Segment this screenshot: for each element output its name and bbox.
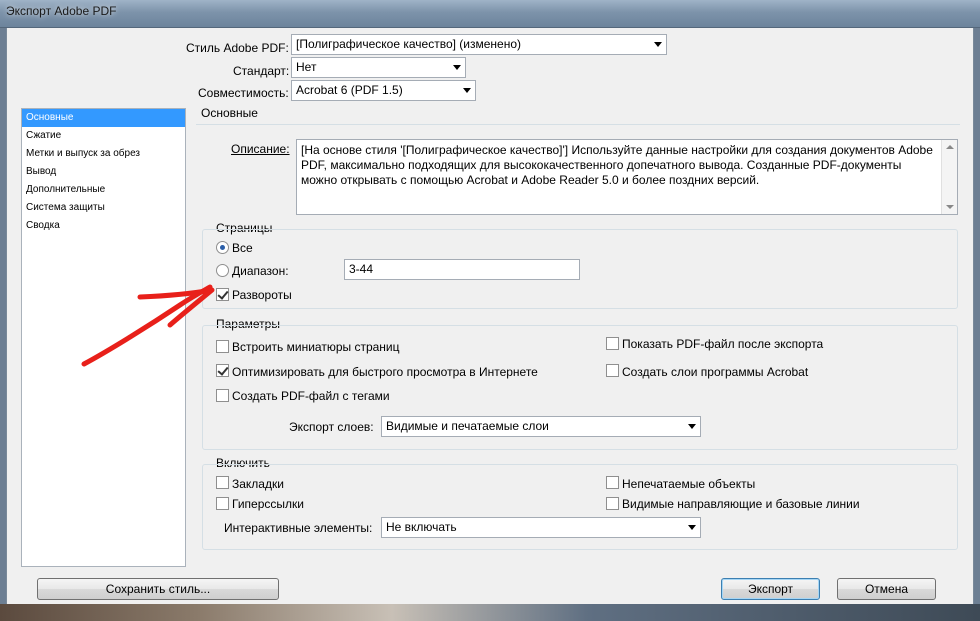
hyperlinks-label: Гиперссылки: [232, 497, 304, 511]
bookmarks-label: Закладки: [232, 477, 284, 491]
spreads-checkbox[interactable]: [216, 288, 229, 301]
interactive-value: Не включать: [386, 520, 457, 534]
description-box[interactable]: [На основе стиля '[Полиграфическое качес…: [296, 139, 958, 215]
sidebar-item-output[interactable]: Вывод: [22, 163, 185, 181]
chevron-down-icon: [453, 65, 461, 70]
pages-range-radio[interactable]: [216, 264, 229, 277]
sidebar-item-general[interactable]: Основные: [22, 109, 185, 127]
pages-range-value: 3-44: [349, 262, 374, 276]
description-label: Описание:: [231, 142, 290, 156]
chevron-down-icon: [688, 424, 696, 429]
sidebar-item-advanced[interactable]: Дополнительные: [22, 181, 185, 199]
window-title: Экспорт Adobe PDF: [6, 4, 117, 18]
desktop-background: [0, 604, 980, 621]
style-select-value: [Полиграфическое качество] (изменено): [296, 37, 522, 51]
sidebar-item-marks-bleeds[interactable]: Метки и выпуск за обрез: [22, 145, 185, 163]
standard-select[interactable]: Нет: [291, 57, 466, 78]
save-style-button[interactable]: Сохранить стиль...: [37, 578, 279, 600]
interactive-select[interactable]: Не включать: [381, 517, 701, 538]
standard-select-value: Нет: [296, 60, 317, 74]
guides-label: Видимые направляющие и базовые линии: [622, 497, 860, 511]
sidebar-item-compression[interactable]: Сжатие: [22, 127, 185, 145]
guides-checkbox[interactable]: [606, 497, 619, 510]
spreads-label: Развороты: [232, 288, 292, 302]
bookmarks-checkbox[interactable]: [216, 476, 229, 489]
scroll-up-icon[interactable]: [946, 145, 954, 149]
scroll-down-icon[interactable]: [946, 205, 954, 209]
show-after-export-checkbox[interactable]: [606, 337, 619, 350]
chevron-down-icon: [463, 88, 471, 93]
optimize-web-checkbox[interactable]: [216, 364, 229, 377]
compat-select[interactable]: Acrobat 6 (PDF 1.5): [291, 80, 476, 101]
export-layers-select[interactable]: Видимые и печатаемые слои: [381, 416, 701, 437]
standard-label: Стандарт:: [233, 64, 290, 78]
title-bar: Экспорт Adobe PDF: [0, 0, 980, 28]
nonprinting-checkbox[interactable]: [606, 476, 619, 489]
embed-thumbs-checkbox[interactable]: [216, 340, 229, 353]
description-text: [На основе стиля '[Полиграфическое качес…: [301, 143, 933, 187]
export-layers-label: Экспорт слоев:: [289, 420, 374, 434]
export-button[interactable]: Экспорт: [721, 578, 820, 600]
show-after-export-label: Показать PDF-файл после экспорта: [622, 337, 824, 351]
compat-select-value: Acrobat 6 (PDF 1.5): [296, 83, 403, 97]
cancel-button[interactable]: Отмена: [837, 578, 936, 600]
style-label: Стиль Adobe PDF:: [186, 41, 289, 55]
section-title: Основные: [201, 106, 258, 120]
pages-group: [202, 229, 958, 309]
pages-range-input[interactable]: 3-44: [344, 259, 580, 280]
hyperlinks-checkbox[interactable]: [216, 497, 229, 510]
tagged-pdf-label: Создать PDF-файл с тегами: [232, 389, 390, 403]
export-layers-value: Видимые и печатаемые слои: [386, 419, 549, 433]
chevron-down-icon: [654, 42, 662, 47]
category-list: Основные Сжатие Метки и выпуск за обрез …: [21, 108, 186, 567]
style-select[interactable]: [Полиграфическое качество] (изменено): [291, 34, 667, 55]
nonprinting-label: Непечатаемые объекты: [622, 477, 756, 491]
sidebar-item-security[interactable]: Система защиты: [22, 199, 185, 217]
pages-range-label: Диапазон:: [232, 264, 289, 278]
tagged-pdf-checkbox[interactable]: [216, 389, 229, 402]
section-divider: [196, 124, 960, 125]
acrobat-layers-checkbox[interactable]: [606, 364, 619, 377]
acrobat-layers-label: Создать слои программы Acrobat: [622, 365, 809, 379]
embed-thumbs-label: Встроить миниатюры страниц: [232, 340, 400, 354]
description-scrollbar[interactable]: [941, 140, 957, 214]
sidebar-item-summary[interactable]: Сводка: [22, 217, 185, 235]
pages-all-radio[interactable]: [216, 241, 229, 254]
chevron-down-icon: [688, 525, 696, 530]
interactive-label: Интерактивные элементы:: [224, 521, 373, 535]
pages-all-label: Все: [232, 241, 253, 255]
compat-label: Совместимость:: [198, 86, 289, 100]
optimize-web-label: Оптимизировать для быстрого просмотра в …: [232, 365, 538, 379]
